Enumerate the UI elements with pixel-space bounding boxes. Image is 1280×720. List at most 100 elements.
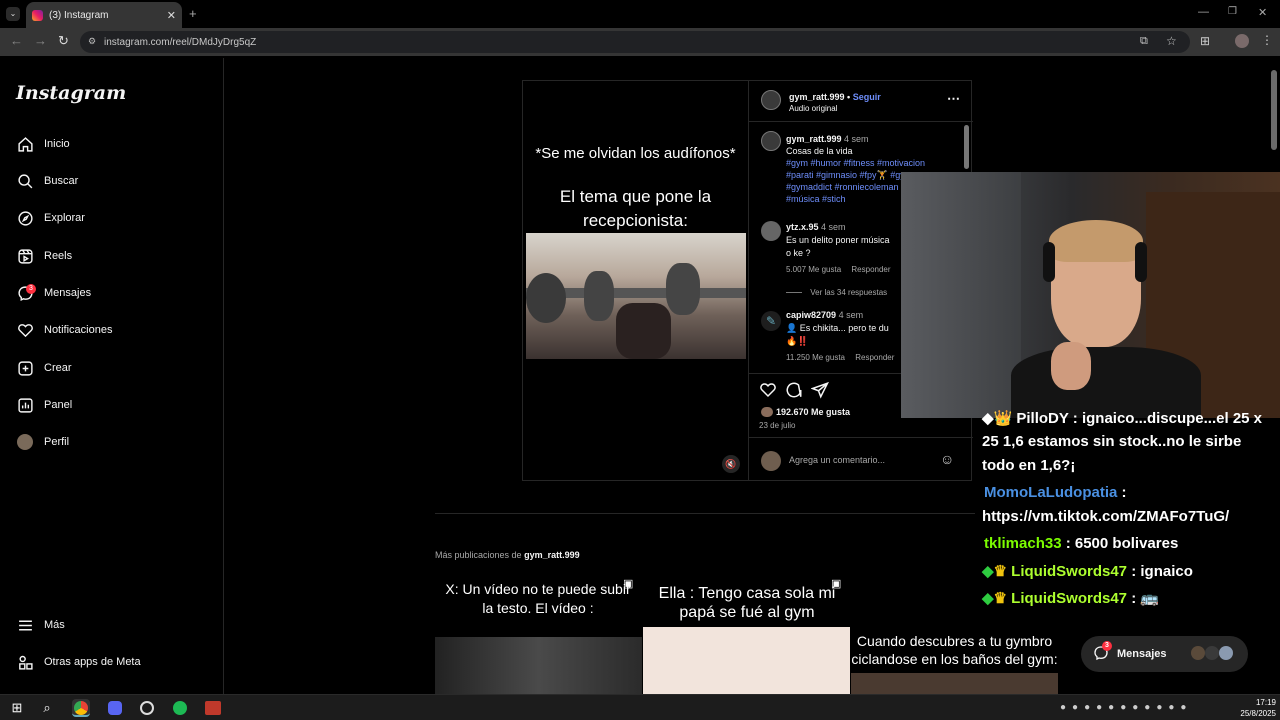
caption-text: Cosas de la vida	[786, 146, 853, 156]
reel-video[interactable]: *Se me olvidan los audífonos* El tema qu…	[523, 81, 748, 480]
sidebar-item-buscar[interactable]: Buscar	[16, 169, 216, 193]
new-tab-button[interactable]: +	[189, 6, 197, 21]
sidebar-item-reels[interactable]: Reels	[16, 244, 216, 268]
home-icon	[16, 135, 34, 153]
more-options-icon[interactable]: ⋯	[947, 91, 960, 107]
more-post-tile[interactable]: Ella : Tengo casa sola mi papá se fué al…	[643, 575, 850, 694]
avatar	[1191, 646, 1205, 660]
author-row: gym_ratt.999 • Seguir	[789, 92, 881, 102]
likers-avatars[interactable]	[761, 407, 773, 417]
more-post-tile[interactable]: X: Un vídeo no te puede subir la testo. …	[435, 575, 642, 694]
profile-avatar[interactable]	[1235, 34, 1249, 48]
commenter-avatar[interactable]: ✎	[761, 311, 781, 331]
sidebar-item-label: Perfil	[44, 436, 70, 448]
reload-icon[interactable]: ↻	[58, 33, 69, 49]
chrome-taskbar-icon[interactable]	[72, 699, 90, 717]
more-posts-username[interactable]: gym_ratt.999	[524, 550, 580, 560]
comment-icon[interactable]	[785, 381, 803, 401]
spotify-taskbar-icon[interactable]	[171, 699, 189, 717]
headphones-icon	[1135, 242, 1147, 282]
messages-bar[interactable]: 3 Mensajes	[1081, 636, 1248, 672]
author-avatar[interactable]	[761, 90, 781, 110]
close-icon[interactable]: ✕	[167, 9, 176, 22]
comment-likes[interactable]: 11.250 Me gusta	[786, 353, 845, 362]
windows-start-icon[interactable]: ⊞	[8, 699, 26, 717]
mute-icon[interactable]: 🔇	[722, 455, 740, 473]
divider	[749, 437, 973, 438]
comment-username[interactable]: capiw82709	[786, 310, 836, 320]
sidebar-item-label: Explorar	[44, 212, 85, 224]
system-tray-icons[interactable]: ●●●●●●●●●●●	[1060, 702, 1192, 713]
audio-label[interactable]: Audio original	[789, 104, 837, 113]
sidebar-item-notificaciones[interactable]: Notificaciones	[16, 318, 216, 342]
author-username[interactable]: gym_ratt.999	[789, 92, 845, 102]
search-icon[interactable]: ⌕	[38, 699, 56, 717]
minimize-button[interactable]: —	[1198, 6, 1209, 18]
chat-message: MomoLaLudopatia :	[984, 484, 1127, 501]
hashtags[interactable]: #música #stich	[786, 194, 846, 204]
comment-likes[interactable]: 5.007 Me gusta	[786, 265, 841, 274]
sidebar-item-mas[interactable]: Más	[16, 613, 216, 637]
browser-menu-icon[interactable]: ⋮	[1261, 33, 1273, 47]
reel-icon: ▣	[623, 578, 634, 590]
back-icon[interactable]: ←	[10, 33, 23, 48]
comments-scrollbar[interactable]	[964, 125, 969, 169]
sidebar-item-perfil[interactable]: Perfil	[16, 430, 216, 454]
crown-icon: ♛	[993, 563, 1007, 580]
url-input[interactable]: ⚙ instagram.com/reel/DMdJyDrg5qZ ⧉ ☆	[80, 31, 1190, 53]
hashtags[interactable]: #gymaddict #ronniecoleman	[786, 182, 899, 192]
like-icon[interactable]	[759, 381, 777, 401]
sidebar-item-otras-apps[interactable]: Otras apps de Meta	[16, 650, 216, 674]
discord-taskbar-icon[interactable]	[106, 699, 124, 717]
app-taskbar-icon[interactable]	[203, 699, 221, 717]
plus-icon	[16, 359, 34, 377]
cast-icon[interactable]: ⧉	[1140, 35, 1148, 48]
divider	[435, 513, 975, 514]
follow-button[interactable]: Seguir	[853, 92, 881, 102]
commenter-avatar[interactable]	[761, 221, 781, 241]
site-info-icon[interactable]: ⚙	[88, 36, 96, 47]
comment-actions: 11.250 Me gusta Responder	[786, 353, 894, 362]
reels-icon	[16, 247, 34, 265]
sidebar-item-label: Mensajes	[44, 287, 92, 299]
sidebar-item-panel[interactable]: Panel	[16, 393, 216, 417]
sidebar-item-mensajes[interactable]: 3 Mensajes	[16, 281, 216, 305]
view-replies[interactable]: Ver las 34 respuestas	[786, 288, 887, 297]
like-count[interactable]: 192.670 Me gusta	[776, 407, 850, 417]
instagram-logo[interactable]: Instagram	[16, 82, 126, 104]
share-icon[interactable]	[810, 381, 829, 401]
clock[interactable]: 17:19 25/8/2025	[1236, 697, 1276, 719]
comment-username[interactable]: ytz.x.95	[786, 222, 819, 232]
page-scrollbar[interactable]	[1271, 70, 1277, 150]
search-icon	[16, 172, 34, 190]
url-text: instagram.com/reel/DMdJyDrg5qZ	[104, 36, 257, 48]
sidebar-item-label: Notificaciones	[44, 324, 113, 336]
sidebar-item-crear[interactable]: Crear	[16, 356, 216, 380]
tab-instagram[interactable]: (3) Instagram ✕	[26, 2, 182, 28]
extensions-icon[interactable]: ⊞	[1200, 34, 1210, 48]
caption-avatar[interactable]	[761, 131, 781, 151]
forward-icon[interactable]: →	[34, 33, 47, 48]
reply-button[interactable]: Responder	[851, 265, 890, 274]
reply-button[interactable]: Responder	[855, 353, 894, 362]
messenger-icon: 3	[16, 284, 36, 302]
sidebar-item-explorar[interactable]: Explorar	[16, 206, 216, 230]
sidebar-item-inicio[interactable]: Inicio	[16, 132, 216, 156]
chat-line: todo en 1,6?¡	[982, 457, 1076, 474]
tile-image	[643, 627, 850, 694]
chat-badge-icon: ◆	[982, 563, 994, 580]
hashtags[interactable]: #gym #humor #fitness #motivacion	[786, 158, 925, 168]
obs-taskbar-icon[interactable]	[138, 699, 156, 717]
bookmark-star-icon[interactable]: ☆	[1166, 34, 1177, 48]
sidebar-item-label: Otras apps de Meta	[44, 656, 141, 668]
comment-input[interactable]: Agrega un comentario...	[789, 455, 885, 465]
window-close-button[interactable]: ✕	[1258, 6, 1267, 19]
caption-username[interactable]: gym_ratt.999	[786, 134, 842, 144]
streamer-hair	[1049, 220, 1143, 262]
comment-actions: 5.007 Me gusta Responder	[786, 265, 891, 274]
chat-username: tklimach33	[984, 535, 1062, 552]
restore-button[interactable]: ❐	[1228, 6, 1237, 17]
tab-search-button[interactable]: ⌄	[6, 7, 20, 21]
chat-link: https://vm.tiktok.com/ZMAFo7TuG/	[982, 508, 1230, 525]
emoji-icon[interactable]: ☺	[940, 451, 954, 467]
